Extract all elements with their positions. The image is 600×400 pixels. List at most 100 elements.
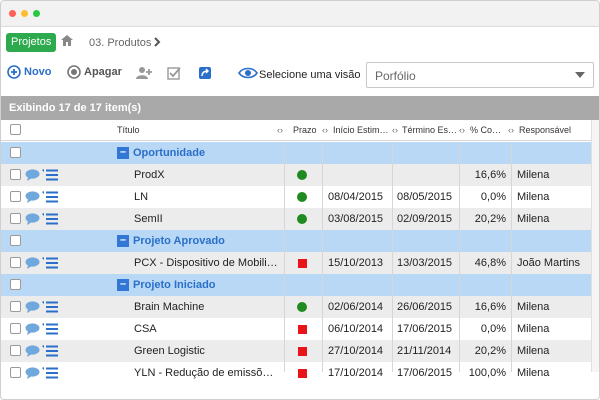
- task-list-icon[interactable]: [42, 323, 58, 338]
- comment-icon[interactable]: [25, 345, 40, 360]
- task-list-icon[interactable]: [42, 367, 58, 382]
- breadcrumb-current[interactable]: 03. Produtos: [89, 37, 151, 49]
- projects-button[interactable]: Projetos: [6, 33, 57, 52]
- row-end-date: 26/06/2015: [397, 301, 453, 313]
- task-list-icon[interactable]: [42, 169, 58, 184]
- home-icon[interactable]: [61, 35, 73, 49]
- status-late-icon: [298, 325, 307, 334]
- collapse-icon[interactable]: –: [117, 279, 129, 291]
- scrollbar[interactable]: [591, 120, 599, 372]
- collapse-icon[interactable]: –: [117, 235, 129, 247]
- row-responsible: Milena: [517, 301, 550, 313]
- row-percent-complete: 100,0%: [468, 367, 506, 379]
- deadline-status: [284, 164, 322, 186]
- row-end-date: 13/03/2015: [397, 257, 453, 269]
- comment-icon[interactable]: [25, 323, 40, 338]
- column-header-inicio[interactable]: Início Estim…: [333, 125, 395, 135]
- new-button[interactable]: Novo: [7, 65, 52, 79]
- delete-circle-icon: [67, 65, 81, 79]
- select-all-checkbox[interactable]: [10, 124, 21, 135]
- group-label: Oportunidade: [133, 147, 206, 159]
- close-window-dot[interactable]: [9, 10, 16, 17]
- deadline-status: [284, 362, 322, 384]
- row-percent-complete: 46,8%: [474, 257, 506, 269]
- status-late-icon: [298, 369, 307, 378]
- row-checkbox[interactable]: [10, 301, 21, 312]
- column-resize-icon[interactable]: ‹›: [392, 125, 398, 135]
- checkbox-icon[interactable]: [167, 66, 181, 83]
- row-responsible: Milena: [517, 367, 550, 379]
- share-icon[interactable]: [198, 66, 212, 83]
- column-divider: [322, 142, 323, 372]
- row-start-date: 06/10/2014: [328, 323, 384, 335]
- row-title[interactable]: PCX - Dispositivo de Mobili…: [134, 257, 279, 269]
- column-resize-icon[interactable]: ‹›: [508, 125, 514, 135]
- row-checkbox[interactable]: [10, 345, 21, 356]
- row-title[interactable]: Green Logistic: [134, 345, 279, 357]
- column-header-pct[interactable]: % Co…: [470, 125, 510, 135]
- row-checkbox[interactable]: [10, 323, 21, 334]
- comment-icon[interactable]: [25, 191, 40, 206]
- comment-icon[interactable]: [25, 301, 40, 316]
- row-checkbox[interactable]: [10, 169, 21, 180]
- column-resize-icon[interactable]: ‹›: [322, 125, 328, 135]
- status-late-icon: [298, 259, 307, 268]
- maximize-window-dot[interactable]: [33, 10, 40, 17]
- row-percent-complete: 16,6%: [474, 169, 506, 181]
- column-header-prazo[interactable]: Prazo: [293, 125, 323, 135]
- status-on-time-icon: [297, 302, 307, 312]
- delete-button[interactable]: Apagar: [67, 65, 122, 79]
- row-responsible: Milena: [517, 191, 550, 203]
- deadline-status: [284, 252, 322, 274]
- task-list-icon[interactable]: [42, 257, 58, 272]
- row-end-date: 17/06/2015: [397, 323, 453, 335]
- row-checkbox[interactable]: [10, 367, 21, 378]
- row-percent-complete: 0,0%: [480, 323, 506, 335]
- row-checkbox[interactable]: [10, 213, 21, 224]
- grid-summary-text: Exibindo 17 de 17 item(s): [9, 102, 142, 114]
- column-divider: [284, 142, 285, 372]
- comment-icon[interactable]: [25, 367, 40, 382]
- view-select-value: Porfólio: [375, 69, 416, 83]
- collapse-icon[interactable]: –: [117, 147, 129, 159]
- row-checkbox[interactable]: [10, 257, 21, 268]
- comment-icon[interactable]: [25, 169, 40, 184]
- row-title[interactable]: Brain Machine: [134, 301, 279, 313]
- task-list-icon[interactable]: [42, 191, 58, 206]
- row-end-date: 17/06/2015: [397, 367, 453, 379]
- deadline-status: [284, 208, 322, 230]
- row-responsible: João Martins: [517, 257, 580, 269]
- task-list-icon[interactable]: [42, 345, 58, 360]
- breadcrumb: Projetos 03. Produtos: [1, 30, 599, 54]
- column-header-termino[interactable]: Término Es…: [402, 125, 460, 135]
- row-percent-complete: 0,0%: [480, 191, 506, 203]
- add-user-icon[interactable]: [136, 66, 152, 83]
- group-checkbox[interactable]: [10, 279, 21, 290]
- task-list-icon[interactable]: [42, 301, 58, 316]
- row-title[interactable]: ProdX: [134, 169, 279, 181]
- column-resize-icon[interactable]: ‹›: [277, 125, 283, 135]
- row-checkbox[interactable]: [10, 191, 21, 202]
- row-percent-complete: 20,2%: [474, 345, 506, 357]
- chevron-right-icon: [154, 36, 161, 50]
- column-resize-icon[interactable]: ‹›: [459, 125, 465, 135]
- comment-icon[interactable]: [25, 257, 40, 272]
- minimize-window-dot[interactable]: [21, 10, 28, 17]
- group-checkbox[interactable]: [10, 147, 21, 158]
- row-title[interactable]: LN: [134, 191, 279, 203]
- deadline-status: [284, 340, 322, 362]
- row-start-date: 17/10/2014: [328, 367, 384, 379]
- row-title[interactable]: YLN - Redução de emissõ…: [134, 367, 279, 379]
- row-start-date: 08/04/2015: [328, 191, 384, 203]
- deadline-status: [284, 296, 322, 318]
- status-on-time-icon: [297, 192, 307, 202]
- view-select[interactable]: Porfólio: [366, 62, 594, 88]
- row-title[interactable]: SemII: [134, 213, 279, 225]
- row-start-date: 02/06/2014: [328, 301, 384, 313]
- task-list-icon[interactable]: [42, 213, 58, 228]
- column-header-title[interactable]: Título: [117, 125, 267, 135]
- row-title[interactable]: CSA: [134, 323, 279, 335]
- comment-icon[interactable]: [25, 213, 40, 228]
- column-header-responsavel[interactable]: Responsável: [519, 125, 589, 135]
- group-checkbox[interactable]: [10, 235, 21, 246]
